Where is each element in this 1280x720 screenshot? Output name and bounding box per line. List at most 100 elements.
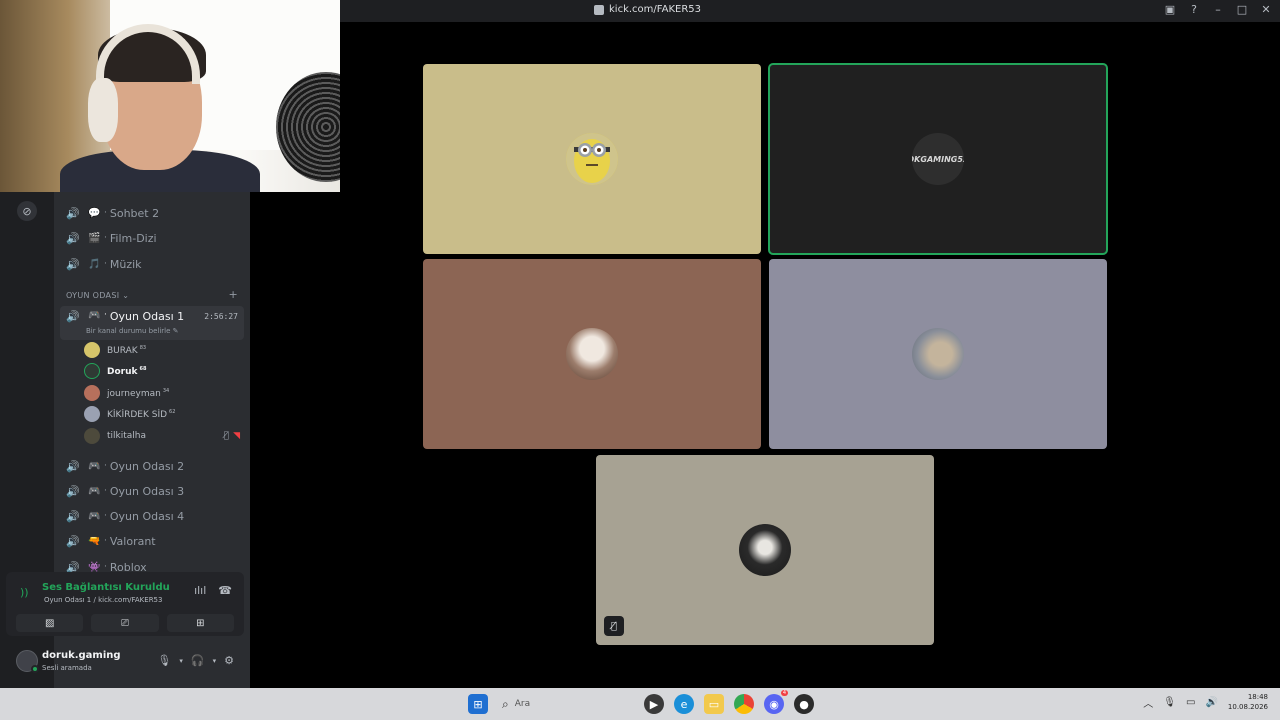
voice-channel[interactable]: 🔊 🎮 · Oyun Odası 2 xyxy=(60,455,244,477)
channel-emoji: 🔫 xyxy=(88,535,101,547)
member-name: Doruk 68 xyxy=(107,365,147,377)
maximize-button[interactable]: □ xyxy=(1236,3,1248,16)
channel-label: Oyun Odası 2 xyxy=(109,459,185,473)
window-title: kick.com/FAKER53 xyxy=(609,4,701,15)
speaker-icon: 🔊 xyxy=(66,257,80,271)
avatar: DKGAMING53 xyxy=(912,133,964,185)
channel-label: Oyun Odası 1 xyxy=(109,310,185,323)
avatar xyxy=(84,406,100,422)
voice-member[interactable]: journeyman 34 xyxy=(84,384,244,402)
channel-emoji: 🎮 xyxy=(88,485,101,497)
channel-emoji: 👾 xyxy=(88,561,101,573)
camera-off-button[interactable]: ▨ xyxy=(16,614,84,632)
speaker-icon: 🔊 xyxy=(66,231,80,245)
minimize-button[interactable]: – xyxy=(1212,3,1224,16)
voice-member[interactable]: Doruk 68 xyxy=(84,362,244,380)
chevron-down-icon[interactable]: ▾ xyxy=(213,657,217,665)
microphone-icon[interactable]: 🎙 xyxy=(157,654,171,667)
noise-suppression-icon[interactable]: ılıl xyxy=(194,584,206,597)
obs-icon[interactable]: ● xyxy=(794,694,814,714)
member-name: BURAK 83 xyxy=(107,344,147,356)
help-icon[interactable]: ? xyxy=(1188,3,1200,16)
connection-status[interactable]: Ses Bağlantısı Kuruldu xyxy=(42,582,170,593)
channel-label: Oyun Odası 3 xyxy=(109,484,185,498)
channel-status-hint[interactable]: Bir kanal durumu belirle ✎ xyxy=(86,327,179,335)
member-name: KİKİRDEK SİD 62 xyxy=(107,408,176,420)
window-controls: ▣ ? – □ ✕ xyxy=(1164,3,1272,16)
speaker-icon: 🔊 xyxy=(66,509,80,523)
category-label: OYUN ODASI xyxy=(66,291,120,300)
channel-label: Oyun Odası 4 xyxy=(109,509,185,523)
member-name: tilkitalha xyxy=(107,431,147,441)
activities-button[interactable]: ⊞ xyxy=(166,614,234,632)
avatar xyxy=(84,363,100,379)
speaker-icon: 🔊 xyxy=(66,534,80,548)
voice-member[interactable]: BURAK 83 xyxy=(84,341,244,359)
taskbar-search[interactable]: ⌕ Ara xyxy=(498,693,634,715)
video-tile[interactable] xyxy=(769,259,1107,449)
user-panel: doruk.gaming Sesli aramada 🎙 ▾ 🎧 ▾ ⚙ xyxy=(6,646,244,684)
video-tile[interactable] xyxy=(423,64,761,254)
channel-emoji: 🎬 xyxy=(88,232,101,244)
add-channel-icon[interactable]: + xyxy=(228,289,238,300)
notification-badge: 4 xyxy=(780,690,788,696)
system-tray: ︿ 🎙 ▭ 🔊 18:48 10.08.2026 xyxy=(1143,692,1268,712)
webcam-overlay xyxy=(0,0,340,192)
edge-browser-icon[interactable]: e xyxy=(674,694,694,714)
network-icon[interactable]: ▭ xyxy=(1186,697,1195,708)
file-explorer-icon[interactable]: ▭ xyxy=(704,694,724,714)
volume-icon[interactable]: 🔊 xyxy=(1205,697,1217,708)
member-name: journeyman 34 xyxy=(107,387,170,399)
voice-connection-panel: )) Ses Bağlantısı Kuruldu Oyun Odası 1 /… xyxy=(6,572,244,636)
avatar xyxy=(566,328,618,380)
video-tile[interactable]: 🎙̸ xyxy=(596,455,934,645)
disconnect-icon[interactable]: ☎ xyxy=(218,584,232,597)
app-root: kick.com/FAKER53 ▣ ? – □ ✕ ⊘ 🔊 💬 · Sohbe… xyxy=(0,0,1280,720)
screen-share-icon xyxy=(594,4,604,15)
screen-share-button[interactable]: ⎚ xyxy=(91,614,159,632)
voice-channel[interactable]: 🔊 🎮 · Oyun Odası 3 xyxy=(60,480,244,502)
username[interactable]: doruk.gaming xyxy=(42,650,121,661)
inbox-icon[interactable]: ▣ xyxy=(1164,3,1176,16)
media-player-icon[interactable]: ▶ xyxy=(644,694,664,714)
voice-channel[interactable]: 🔊 🎮 · Oyun Odası 4 xyxy=(60,505,244,527)
close-button[interactable]: ✕ xyxy=(1260,3,1272,16)
speaker-icon: 🔊 xyxy=(66,484,80,498)
search-placeholder: Ara xyxy=(514,699,531,709)
channel-label: Valorant xyxy=(109,534,156,548)
video-tile[interactable] xyxy=(423,259,761,449)
voice-channel[interactable]: 🔊 💬 · Sohbet 2 xyxy=(60,202,244,224)
muted-mic-icon: 🎙̸ xyxy=(223,431,230,441)
headphones-icon[interactable]: 🎧 xyxy=(191,654,205,667)
channel-emoji: 🎵 xyxy=(88,258,101,270)
voice-channel[interactable]: 🔊 🎬 · Film-Dizi xyxy=(60,227,244,249)
chevron-up-icon[interactable]: ︿ xyxy=(1143,695,1153,710)
deafened-icon: ◥ xyxy=(233,431,240,441)
avatar xyxy=(739,524,791,576)
clock-time: 18:48 xyxy=(1247,693,1268,701)
voice-channel[interactable]: 🔊 🎵 · Müzik xyxy=(60,253,244,275)
settings-gear-icon[interactable]: ⚙ xyxy=(224,654,234,667)
windows-start-icon[interactable]: ⊞ xyxy=(468,694,488,714)
chevron-down-icon[interactable]: ▾ xyxy=(179,657,183,665)
avatar xyxy=(84,385,100,401)
voice-member[interactable]: KİKİRDEK SİD 62 xyxy=(84,405,244,423)
category-header[interactable]: OYUN ODASI ⌄ + xyxy=(66,289,238,300)
explore-servers-icon[interactable]: ⊘ xyxy=(17,201,37,221)
voice-member[interactable]: tilkitalha 🎙̸ ◥ xyxy=(84,427,244,445)
voice-channel[interactable]: 🔊 🔫 · Valorant xyxy=(60,530,244,552)
discord-icon[interactable]: ◉ 4 xyxy=(764,690,788,714)
online-status-icon xyxy=(31,665,39,673)
clock-date: 10.08.2026 xyxy=(1227,703,1268,711)
microphone-icon[interactable]: 🎙 xyxy=(1163,697,1176,708)
video-tile-speaking[interactable]: DKGAMING53 xyxy=(768,63,1108,255)
connection-path[interactable]: Oyun Odası 1 / kick.com/FAKER53 xyxy=(44,596,162,604)
avatar[interactable] xyxy=(16,650,39,673)
active-voice-channel[interactable]: 🔊 🎮 · Oyun Odası 1 2:56:27 Bir kanal dur… xyxy=(60,306,244,340)
chrome-browser-icon[interactable] xyxy=(734,694,754,714)
speaker-icon: 🔊 xyxy=(66,310,80,323)
chevron-down-icon: ⌄ xyxy=(122,291,130,300)
search-icon: ⌕ xyxy=(502,696,509,711)
clock[interactable]: 18:48 10.08.2026 xyxy=(1228,692,1268,712)
channel-label: Film-Dizi xyxy=(109,231,157,245)
